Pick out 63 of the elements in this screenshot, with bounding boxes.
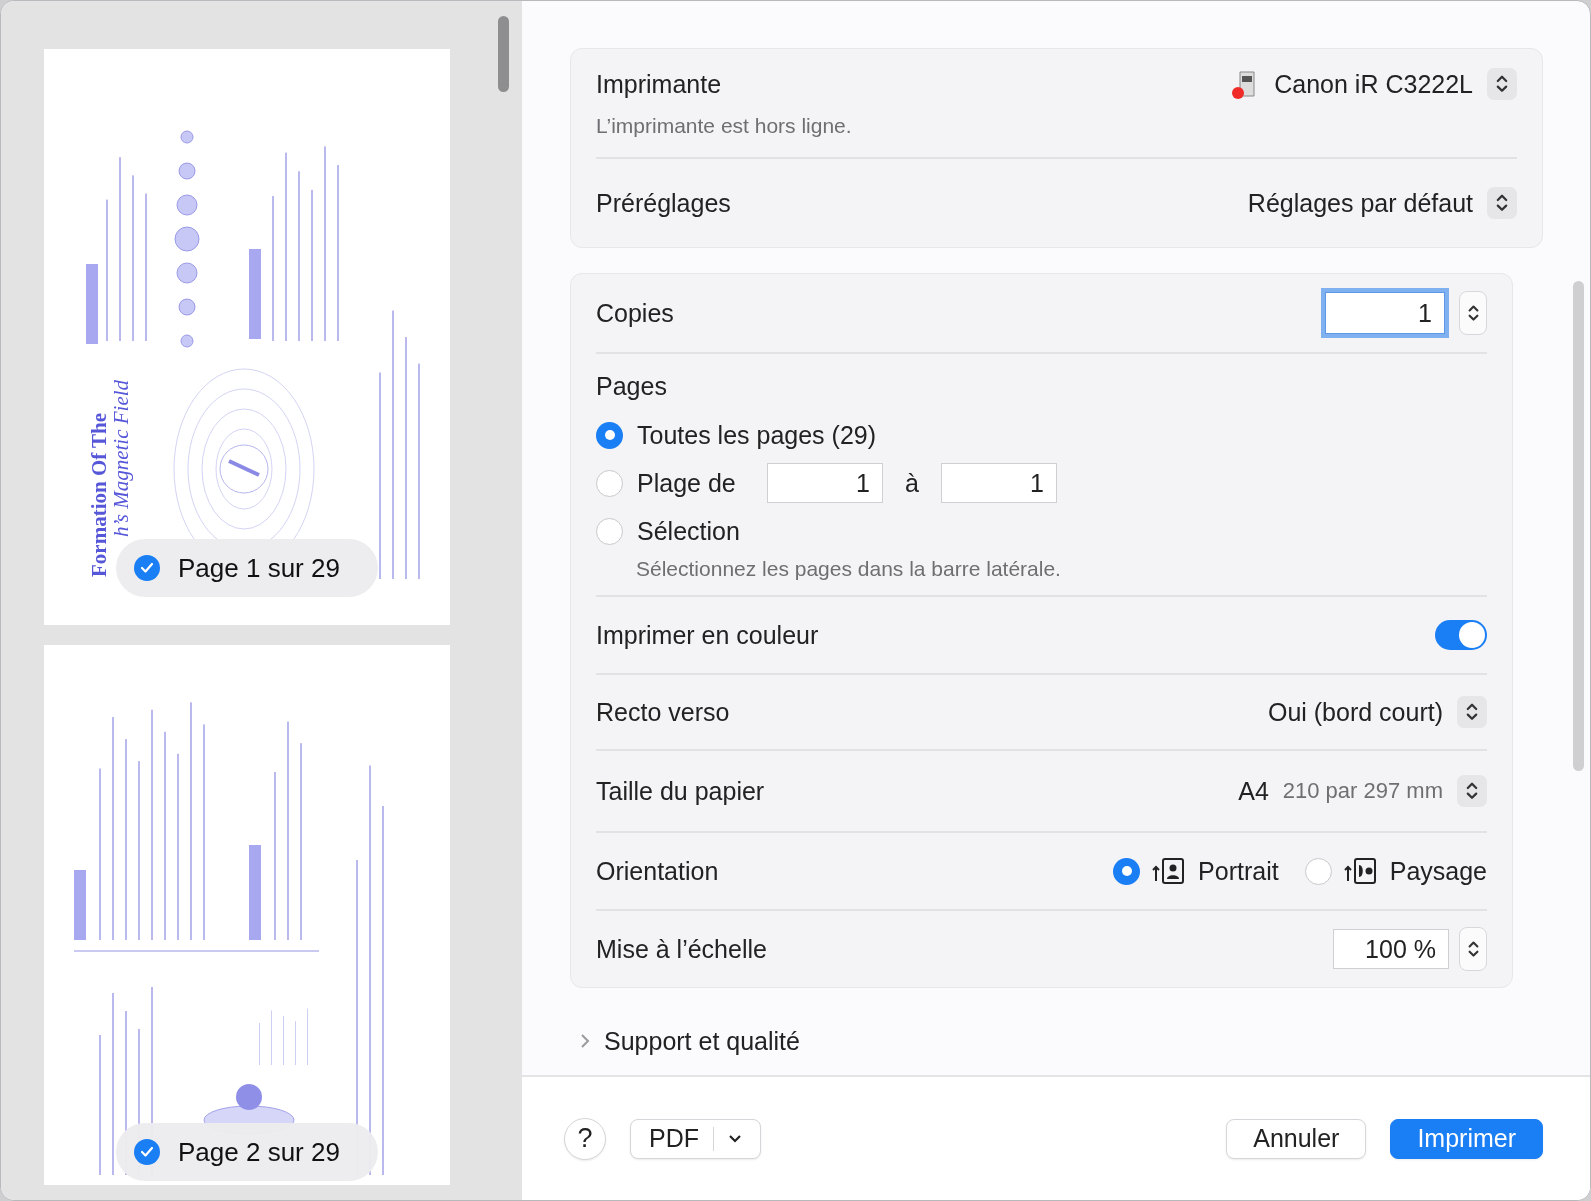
radio-button[interactable] [1113,857,1141,885]
radio-button[interactable] [1304,857,1332,885]
page-label: Page 1 sur 29 [178,552,340,584]
page-title: Formation Of The [87,412,111,577]
checkmark-icon[interactable] [134,555,160,581]
checkmark-icon[interactable] [134,1139,160,1165]
up-down-chevron-icon [1495,193,1509,213]
stepper[interactable] [1459,291,1487,335]
chevron-down-icon [728,1133,742,1144]
up-down-chevron-icon [1465,781,1479,801]
pdf-menu-button[interactable]: PDF [630,1118,761,1159]
option-label: Sélection [637,516,740,546]
option-label: Toutes les pages (29) [637,420,877,450]
printer-label: Imprimante [596,69,722,99]
option-label: Portrait [1198,856,1279,886]
help-button[interactable]: ? [564,1117,606,1160]
up-down-chevron-icon [1465,702,1479,722]
page-title: h’s Magnetic Field [109,379,133,537]
stepper[interactable] [1459,927,1487,971]
range-to-field[interactable]: 1 [940,463,1057,503]
range-from-field[interactable]: 1 [767,463,883,503]
scale-field[interactable]: 100 % [1333,929,1449,969]
range-separator: à [905,468,919,498]
color-label: Imprimer en couleur [596,620,819,650]
option-label: Plage de [637,468,737,498]
up-down-chevron-icon [1466,939,1480,959]
paper-dimensions: 210 par 297 mm [1282,778,1443,804]
popup-button[interactable] [1487,187,1517,219]
paper-size-label: Taille du papier [596,776,765,806]
scrollbar[interactable] [498,16,509,92]
chevron-icon [580,1033,590,1049]
presets-label: Préréglages [596,188,731,218]
duplex-label: Recto verso [596,697,730,727]
cancel-button[interactable]: Annuler [1226,1118,1367,1159]
page-thumbnail[interactable]: Page 2 sur 29 [44,645,450,1185]
option-label: Paysage [1389,856,1487,886]
scrollbar[interactable] [1573,281,1584,771]
pages-label: Pages [596,372,667,401]
popup-button[interactable] [1457,775,1487,807]
popup-button[interactable] [1487,68,1517,100]
portrait-icon [1152,857,1187,885]
up-down-chevron-icon [1495,74,1509,94]
color-toggle[interactable] [1435,620,1487,650]
popup-button[interactable] [1457,696,1487,728]
up-down-chevron-icon [1466,303,1480,323]
copies-field[interactable]: 1 [1325,292,1445,334]
landscape-icon [1343,857,1378,885]
printer-status: L’imprimante est hors ligne. [596,114,853,138]
copies-label: Copies [596,298,674,328]
duplex-value: Oui (bord court) [1267,697,1443,727]
scale-label: Mise à l’échelle [596,934,767,964]
page-label: Page 2 sur 29 [178,1136,340,1168]
page-thumbnail[interactable]: Formation Of The h’s Magnetic Field Page 1 sur 29 [44,49,450,625]
radio-button[interactable] [596,469,623,497]
disclosure-row[interactable]: Support et qualité [570,1013,1543,1069]
hint-text: Sélectionnez les pages dans la barre latérale. [636,557,1061,581]
print-button[interactable]: Imprimer [1390,1118,1543,1159]
paper-size: A4 [1238,776,1269,806]
radio-button[interactable] [596,421,623,449]
printer-name: Canon iR C3222L [1274,69,1473,99]
orientation-label: Orientation [596,856,719,886]
presets-value: Réglages par défaut [1247,188,1473,218]
radio-button[interactable] [596,517,623,545]
